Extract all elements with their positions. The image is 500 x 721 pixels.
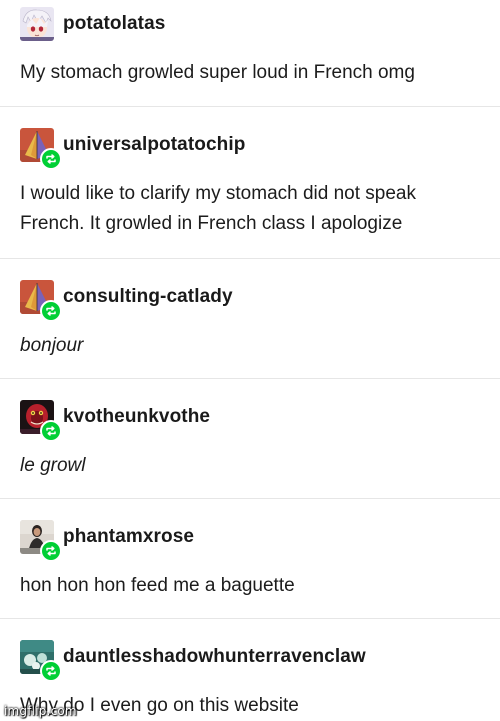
imgflip-watermark: imgflip.com — [4, 704, 77, 718]
post-potatolatas: potatolatas My stomach growled super lou… — [0, 0, 500, 107]
username[interactable]: phantamxrose — [63, 526, 194, 548]
username[interactable]: potatolatas — [63, 13, 165, 35]
post-header: potatolatas — [20, 6, 165, 42]
post-text: My stomach growled super loud in French … — [20, 58, 415, 88]
post-consulting-catlady: consulting-catlady bonjour — [0, 259, 500, 379]
anime-character-avatar-icon — [20, 7, 54, 41]
post-header: universalpotatochip — [20, 127, 245, 170]
username[interactable]: universalpotatochip — [63, 134, 245, 156]
username[interactable]: kvotheunkvothe — [63, 406, 210, 428]
text-line: le growl — [20, 455, 86, 476]
post-header: dauntlesshadowhunterravenclaw — [20, 639, 366, 682]
post-text: le growl — [20, 451, 85, 481]
text-line: I would like to clarify my stomach did n… — [20, 183, 417, 204]
post-text: bonjour — [20, 331, 83, 361]
reblog-icon — [40, 300, 62, 322]
post-kvotheunkvothe: kvotheunkvothe le growl — [0, 379, 500, 499]
post-header: phantamxrose — [20, 519, 194, 562]
text-line: French. It growled in French class I apo… — [20, 213, 403, 234]
post-header: kvotheunkvothe — [20, 399, 210, 442]
username[interactable]: consulting-catlady — [63, 286, 233, 308]
avatar[interactable] — [20, 400, 62, 442]
avatar[interactable] — [20, 520, 62, 562]
reblog-thread: potatolatas My stomach growled super lou… — [0, 0, 500, 720]
avatar[interactable] — [20, 640, 62, 682]
avatar[interactable] — [20, 7, 54, 41]
reblog-icon — [40, 540, 62, 562]
reblog-icon — [40, 420, 62, 442]
post-header: consulting-catlady — [20, 279, 233, 322]
text-line: My stomach growled super loud in French … — [20, 62, 415, 83]
text-line: bonjour — [20, 335, 84, 356]
post-text: I would like to clarify my stomach did n… — [20, 179, 416, 239]
text-line: hon hon hon feed me a baguette — [20, 575, 295, 596]
avatar[interactable] — [20, 280, 62, 322]
avatar[interactable] — [20, 128, 62, 170]
post-phantamxrose: phantamxrose hon hon hon feed me a bague… — [0, 499, 500, 619]
reblog-icon — [40, 660, 62, 682]
post-text: hon hon hon feed me a baguette — [20, 571, 295, 601]
reblog-icon — [40, 148, 62, 170]
username[interactable]: dauntlesshadowhunterravenclaw — [63, 646, 366, 668]
post-universalpotatochip: universalpotatochip I would like to clar… — [0, 107, 500, 259]
